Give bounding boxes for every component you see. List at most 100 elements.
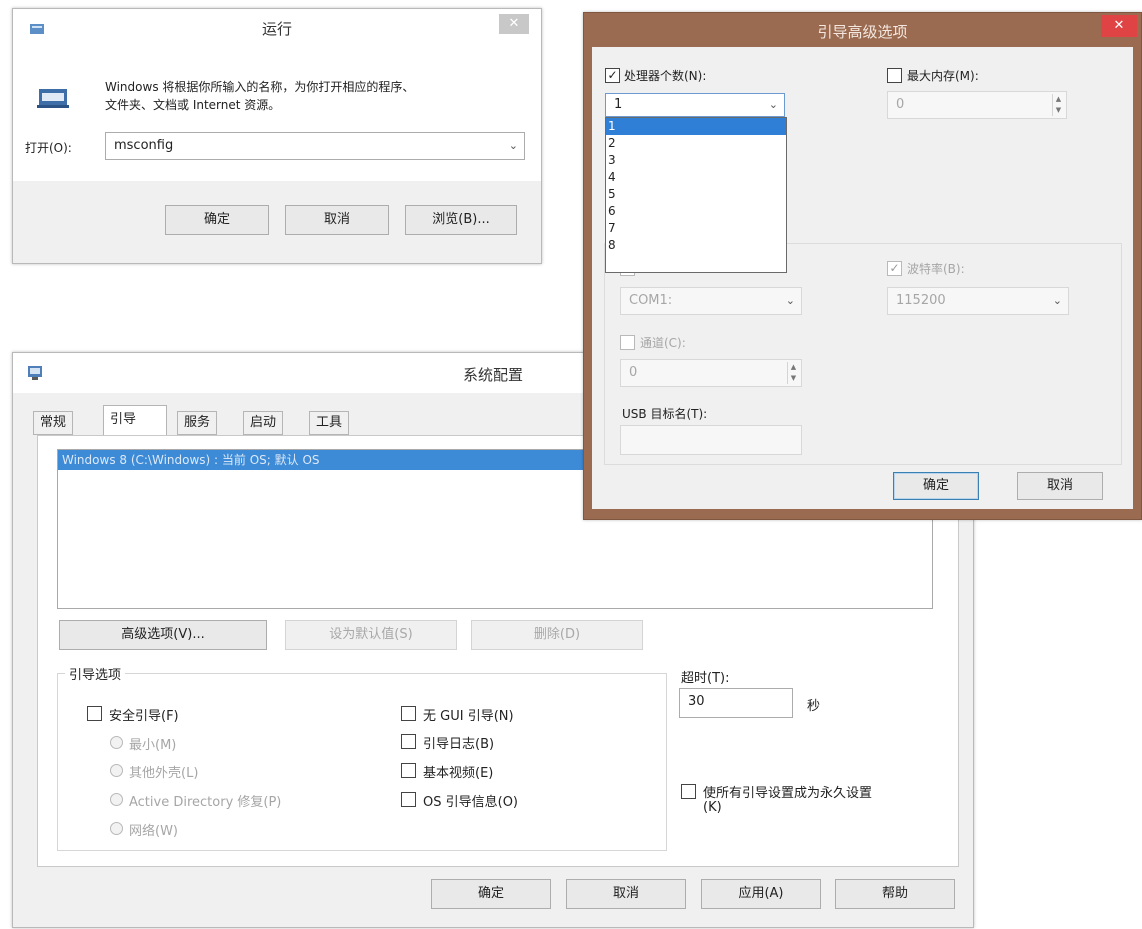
usb-target-input[interactable] <box>620 425 802 455</box>
processor-option-8-label: 8 <box>608 238 616 252</box>
sysconfig-cancel-button[interactable]: 取消 <box>566 879 686 909</box>
channel-input[interactable]: 0 ▲ ▼ <box>620 359 802 387</box>
boot-log-label: 引导日志(B) <box>423 737 495 752</box>
processor-option-2-label: 2 <box>608 136 616 150</box>
channel-value: 0 <box>629 365 638 380</box>
close-icon: ✕ <box>508 16 520 31</box>
base-video-checkbox[interactable] <box>401 763 416 778</box>
channel-spinner[interactable]: ▲ ▼ <box>787 362 799 384</box>
debug-port-value: COM1: <box>629 293 673 308</box>
tab-tools[interactable]: 工具 <box>309 411 350 435</box>
advanced-title: 引导高级选项 <box>817 23 908 41</box>
run-cancel-button[interactable]: 取消 <box>285 205 389 235</box>
make-permanent-label-line2: (K) <box>703 800 722 815</box>
run-open-input[interactable]: msconfig ⌄ <box>105 132 525 160</box>
advanced-close-button[interactable]: ✕ <box>1101 15 1137 37</box>
advanced-content: ✓ 处理器个数(N): 1 ⌄ 最大内存(M): 0 ▲ ▼ COM1: ⌄ ✓ … <box>592 47 1133 509</box>
spin-up-icon[interactable]: ▲ <box>788 362 799 373</box>
close-icon: ✕ <box>1113 18 1125 33</box>
processor-option-5[interactable]: 5 <box>606 186 786 203</box>
processor-option-4[interactable]: 4 <box>606 169 786 186</box>
processor-dropdown-list[interactable]: 1 2 3 4 5 6 7 8 <box>605 117 787 273</box>
processor-option-8[interactable]: 8 <box>606 237 786 254</box>
processor-option-1[interactable]: 1 <box>606 118 786 135</box>
processor-option-7[interactable]: 7 <box>606 220 786 237</box>
sysconfig-apply-button[interactable]: 应用(A) <box>701 879 821 909</box>
delete-button[interactable]: 删除(D) <box>471 620 643 650</box>
active-directory-radio[interactable] <box>110 793 123 806</box>
boot-log-checkbox[interactable] <box>401 734 416 749</box>
num-processors-select[interactable]: 1 ⌄ <box>605 93 785 117</box>
run-program-icon <box>37 89 69 108</box>
minimal-label: 最小(M) <box>129 738 177 753</box>
safe-boot-checkbox[interactable] <box>87 706 102 721</box>
make-permanent-label-line1: 使所有引导设置成为永久设置 <box>703 786 873 801</box>
run-browse-button[interactable]: 浏览(B)... <box>405 205 517 235</box>
channel-label: 通道(C): <box>640 336 686 350</box>
max-memory-input[interactable]: 0 ▲ ▼ <box>887 91 1067 119</box>
tab-general[interactable]: 常规 <box>33 411 74 435</box>
alternate-shell-radio[interactable] <box>110 764 123 777</box>
processor-option-5-label: 5 <box>608 187 616 201</box>
minimal-radio[interactable] <box>110 736 123 749</box>
no-gui-boot-checkbox[interactable] <box>401 706 416 721</box>
spin-up-icon[interactable]: ▲ <box>1053 94 1064 105</box>
baud-rate-value: 115200 <box>896 293 946 308</box>
run-dialog: 运行 ✕ Windows 将根据你所输入的名称，为你打开相应的程序、 文件夹、文… <box>12 8 542 264</box>
boot-entry-text: Windows 8 (C:\Windows) : 当前 OS; 默认 OS <box>62 453 320 467</box>
max-memory-value: 0 <box>896 97 905 112</box>
processor-option-4-label: 4 <box>608 170 616 184</box>
network-label: 网络(W) <box>129 824 178 839</box>
tab-services[interactable]: 服务 <box>177 411 218 435</box>
timeout-input[interactable]: 30 <box>679 688 793 718</box>
num-processors-value: 1 <box>614 97 623 112</box>
chevron-down-icon[interactable]: ⌄ <box>509 133 518 159</box>
max-memory-checkbox[interactable] <box>887 68 902 83</box>
run-ok-button[interactable]: 确定 <box>165 205 269 235</box>
debug-port-select[interactable]: COM1: ⌄ <box>620 287 802 315</box>
sysconfig-help-button[interactable]: 帮助 <box>835 879 955 909</box>
processor-option-7-label: 7 <box>608 221 616 235</box>
run-open-label: 打开(O): <box>25 141 72 155</box>
boot-options-title: 引导选项 <box>65 664 126 683</box>
run-close-button[interactable]: ✕ <box>499 14 529 34</box>
spin-down-icon[interactable]: ▼ <box>788 373 799 384</box>
run-description-line2: 文件夹、文档或 Internet 资源。 <box>105 98 281 112</box>
advanced-options-button[interactable]: 高级选项(V)... <box>59 620 267 650</box>
usb-target-label: USB 目标名(T): <box>622 407 708 421</box>
chevron-down-icon[interactable]: ⌄ <box>786 288 795 314</box>
max-memory-spinner[interactable]: ▲ ▼ <box>1052 94 1064 116</box>
sysconfig-ok-button[interactable]: 确定 <box>431 879 551 909</box>
make-permanent-checkbox[interactable] <box>681 784 696 799</box>
spin-down-icon[interactable]: ▼ <box>1053 105 1064 116</box>
timeout-value: 30 <box>688 694 705 709</box>
chevron-down-icon[interactable]: ⌄ <box>1053 288 1062 314</box>
num-processors-label: 处理器个数(N): <box>624 69 707 83</box>
active-directory-label: Active Directory 修复(P) <box>129 795 282 810</box>
set-default-button[interactable]: 设为默认值(S) <box>285 620 457 650</box>
num-processors-checkbox[interactable]: ✓ <box>605 68 620 83</box>
processor-option-1-label: 1 <box>608 119 616 133</box>
processor-option-2[interactable]: 2 <box>606 135 786 152</box>
processor-option-6-label: 6 <box>608 204 616 218</box>
advanced-titlebar: 引导高级选项 ✕ <box>584 13 1141 47</box>
tab-boot[interactable]: 引导 <box>103 405 167 436</box>
alternate-shell-label: 其他外壳(L) <box>129 766 199 781</box>
os-boot-info-checkbox[interactable] <box>401 792 416 807</box>
channel-checkbox[interactable] <box>620 335 635 350</box>
advanced-cancel-button[interactable]: 取消 <box>1017 472 1103 500</box>
run-title: 运行 <box>261 20 292 38</box>
baud-rate-label: 波特率(B): <box>907 262 965 276</box>
tab-startup[interactable]: 启动 <box>243 411 284 435</box>
network-radio[interactable] <box>110 822 123 835</box>
processor-option-6[interactable]: 6 <box>606 203 786 220</box>
os-boot-info-label: OS 引导信息(O) <box>423 795 518 810</box>
advanced-ok-button[interactable]: 确定 <box>893 472 979 500</box>
processor-option-3[interactable]: 3 <box>606 152 786 169</box>
chevron-down-icon[interactable]: ⌄ <box>769 94 778 116</box>
safe-boot-label: 安全引导(F) <box>109 709 179 724</box>
run-description-line1: Windows 将根据你所输入的名称，为你打开相应的程序、 <box>105 80 415 94</box>
baud-rate-select[interactable]: 115200 ⌄ <box>887 287 1069 315</box>
baud-rate-checkbox[interactable]: ✓ <box>887 261 902 276</box>
base-video-label: 基本视频(E) <box>423 766 494 781</box>
